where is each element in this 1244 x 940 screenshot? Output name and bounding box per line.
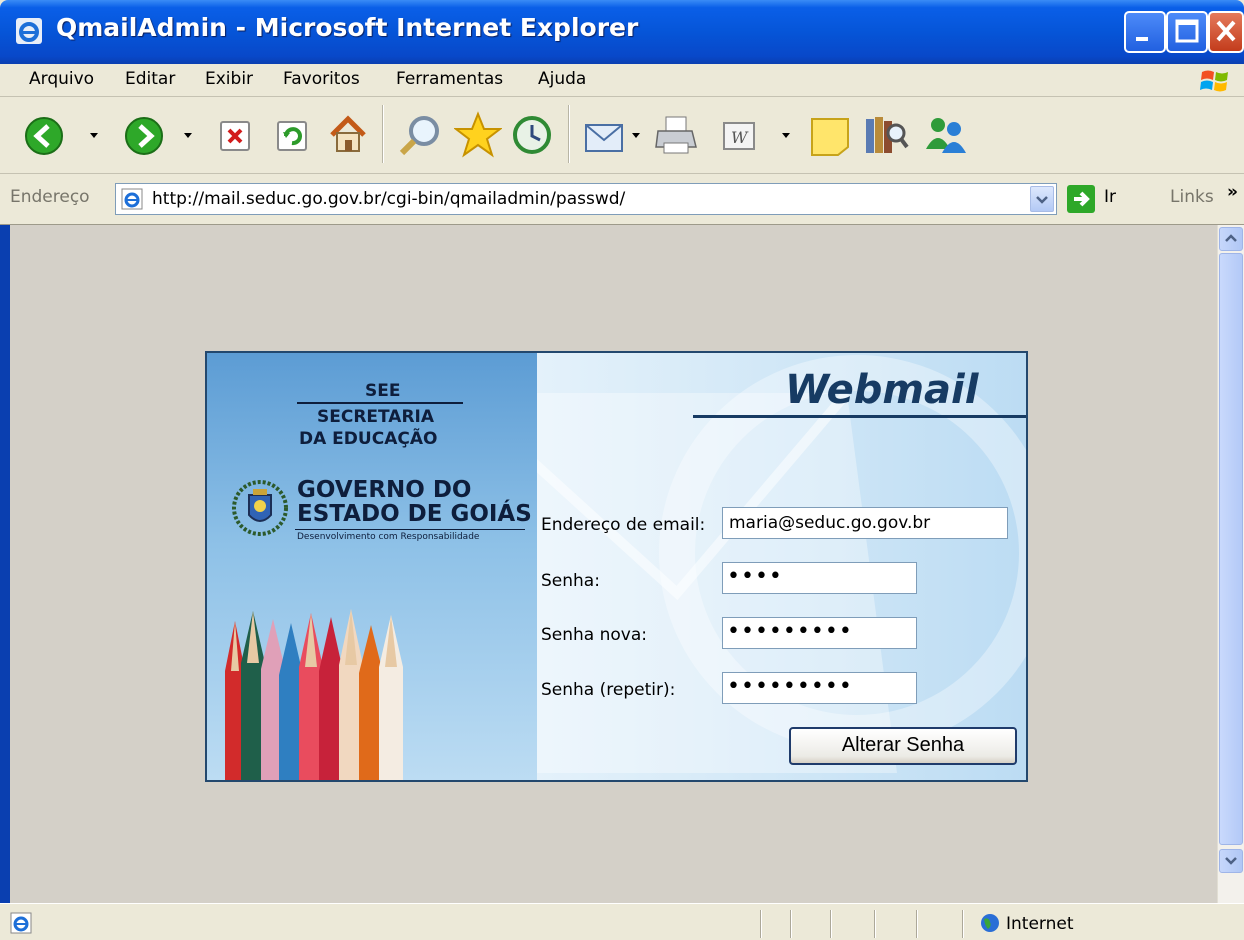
governo-line2: ESTADO DE GOIÁS <box>297 501 532 527</box>
word-edit-icon[interactable]: W <box>722 121 758 153</box>
status-divider <box>962 910 963 938</box>
status-divider <box>760 910 761 938</box>
email-label: Endereço de email: <box>541 515 706 535</box>
webmail-title: Webmail <box>785 367 979 413</box>
maximize-button[interactable] <box>1166 11 1208 53</box>
secretaria-line2: DA EDUCAÇÃO <box>299 429 438 449</box>
favorites-icon[interactable] <box>454 111 502 159</box>
menu-ajuda[interactable]: Ajuda <box>538 69 586 89</box>
home-icon[interactable] <box>326 113 370 157</box>
go-button-label[interactable]: Ir <box>1104 187 1116 207</box>
senha-field[interactable]: •••• <box>722 562 917 594</box>
senha-repetir-field[interactable]: ••••••••• <box>722 672 917 704</box>
browser-window: QmailAdmin - Microsoft Internet Explorer… <box>0 0 1244 940</box>
internet-zone-icon <box>981 914 999 932</box>
toolbar: W <box>0 97 1244 174</box>
address-url: http://mail.seduc.go.gov.br/cgi-bin/qmai… <box>152 189 626 209</box>
senha-nova-label: Senha nova: <box>541 625 648 645</box>
stop-icon[interactable] <box>218 119 252 153</box>
close-icon <box>1216 20 1236 42</box>
print-icon[interactable] <box>652 113 700 157</box>
svg-text:W: W <box>731 128 749 147</box>
page-icon <box>121 188 143 210</box>
links-chevron-icon[interactable]: » <box>1227 182 1238 202</box>
address-dropdown-button[interactable] <box>1030 186 1054 212</box>
back-dropdown-arrow[interactable] <box>90 133 98 138</box>
toolbar-separator <box>382 105 383 163</box>
chevron-down-icon <box>1036 196 1048 204</box>
email-field[interactable]: maria@seduc.go.gov.br <box>722 507 1008 539</box>
address-input[interactable]: http://mail.seduc.go.gov.br/cgi-bin/qmai… <box>115 183 1057 215</box>
governo-line1: GOVERNO DO <box>297 477 472 503</box>
minimize-icon <box>1136 37 1148 41</box>
page-status-icon <box>10 912 32 934</box>
status-divider <box>830 910 831 938</box>
refresh-icon[interactable] <box>275 119 309 153</box>
logo-divider <box>297 402 463 404</box>
toolbar-separator <box>568 105 569 163</box>
status-divider <box>916 910 917 938</box>
status-divider <box>790 910 791 938</box>
links-label[interactable]: Links <box>1170 187 1214 207</box>
research-icon[interactable] <box>862 111 910 159</box>
forward-icon[interactable] <box>124 116 164 156</box>
chevron-down-icon <box>1225 857 1237 865</box>
menu-favoritos[interactable]: Favoritos <box>283 69 360 89</box>
governo-slogan: Desenvolvimento com Responsabilidade <box>297 532 480 542</box>
minimize-button[interactable] <box>1124 11 1166 53</box>
status-bar: Internet <box>0 903 1244 940</box>
history-icon[interactable] <box>510 113 554 157</box>
ie-icon <box>16 18 42 44</box>
windows-logo-icon <box>1200 70 1228 92</box>
menu-ferramentas[interactable]: Ferramentas <box>396 69 503 89</box>
goias-coat-of-arms-icon <box>232 480 288 536</box>
discuss-icon[interactable] <box>808 115 852 159</box>
status-divider <box>874 910 875 938</box>
senha-repetir-label: Senha (repetir): <box>541 680 676 700</box>
messenger-icon[interactable] <box>922 111 970 159</box>
menu-arquivo[interactable]: Arquivo <box>29 69 94 89</box>
senha-label: Senha: <box>541 571 600 591</box>
mail-dropdown-arrow[interactable] <box>632 133 640 138</box>
title-bar[interactable]: QmailAdmin - Microsoft Internet Explorer <box>0 0 1244 64</box>
edit-dropdown-arrow[interactable] <box>782 133 790 138</box>
chevron-up-icon <box>1225 234 1237 242</box>
go-arrow-icon[interactable] <box>1066 184 1096 214</box>
close-button[interactable] <box>1208 11 1244 53</box>
menu-editar[interactable]: Editar <box>125 69 175 89</box>
search-icon[interactable] <box>396 111 444 159</box>
colored-pencils-image <box>225 609 403 780</box>
page-content: SEE SECRETARIA DA EDUCAÇÃO GOVERNO DO ES… <box>0 225 1244 903</box>
alterar-senha-button[interactable]: Alterar Senha <box>789 727 1017 765</box>
webmail-underline <box>693 415 1026 418</box>
see-logo-text: SEE <box>365 381 401 401</box>
secretaria-line1: SECRETARIA <box>317 407 435 427</box>
senha-nova-field[interactable]: ••••••••• <box>722 617 917 649</box>
address-label: Endereço <box>10 187 90 207</box>
mail-icon[interactable] <box>582 113 628 157</box>
back-icon[interactable] <box>24 116 64 156</box>
governo-divider <box>295 529 525 530</box>
webmail-panel: SEE SECRETARIA DA EDUCAÇÃO GOVERNO DO ES… <box>205 351 1028 782</box>
window-title: QmailAdmin - Microsoft Internet Explorer <box>56 13 639 42</box>
menu-bar: Arquivo Editar Exibir Favoritos Ferramen… <box>0 64 1244 97</box>
internet-zone-label: Internet <box>1006 914 1074 934</box>
scroll-up-button[interactable] <box>1219 227 1243 251</box>
forward-dropdown-arrow[interactable] <box>184 133 192 138</box>
scroll-thumb[interactable] <box>1219 253 1243 845</box>
vertical-scrollbar[interactable] <box>1217 225 1244 903</box>
address-bar: Endereço http://mail.seduc.go.gov.br/cgi… <box>0 174 1244 225</box>
menu-exibir[interactable]: Exibir <box>205 69 253 89</box>
maximize-icon <box>1175 19 1199 43</box>
scroll-down-button[interactable] <box>1219 849 1243 873</box>
